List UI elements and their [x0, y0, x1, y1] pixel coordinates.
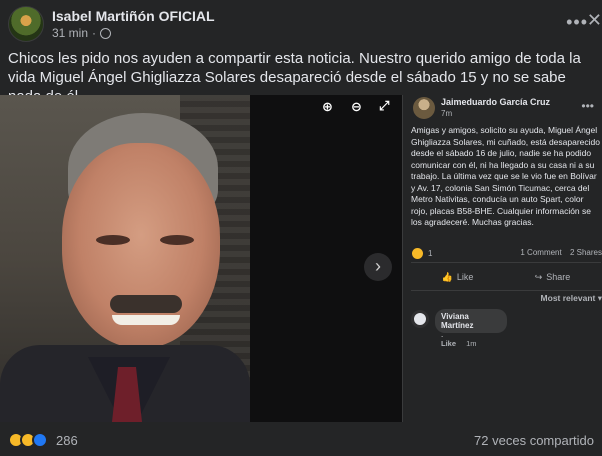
more-options-icon[interactable]: •••	[566, 12, 588, 33]
author-avatar[interactable]	[8, 6, 44, 42]
expand-icon[interactable]: ⤢	[379, 98, 389, 114]
comment-sort-dropdown[interactable]: Most relevant ▾	[541, 293, 602, 304]
next-photo-button[interactable]: ›	[364, 253, 392, 281]
divider	[411, 290, 601, 291]
divider	[411, 262, 601, 263]
post-time[interactable]: 31 min	[52, 26, 88, 40]
post-header: Isabel Martiñón OFICIAL 31 min ·	[8, 5, 594, 43]
shared-counts: 1 Comment 2 Shares	[514, 248, 602, 257]
shared-author-avatar[interactable]	[413, 97, 435, 119]
comment-text: .	[441, 330, 444, 339]
chevron-down-icon: ▾	[597, 293, 602, 303]
commenter-name[interactable]: Viviana Martínez	[441, 312, 501, 330]
zoom-in-icon[interactable]: ⊕	[322, 99, 333, 115]
globe-icon	[100, 27, 112, 39]
comment-actions: Like 1m	[441, 339, 485, 348]
comment-time[interactable]: 1m	[466, 339, 476, 348]
thumbs-up-icon: 👍	[441, 271, 453, 282]
shared-reaction-count: 1	[428, 249, 433, 258]
close-icon[interactable]: ✕	[587, 10, 602, 31]
shared-post-time[interactable]: 7m	[441, 109, 452, 118]
facebook-post: Isabel Martiñón OFICIAL 31 min · ••• ✕ C…	[0, 0, 602, 456]
comment-like-link[interactable]: Like	[441, 339, 456, 348]
shared-more-options-icon[interactable]: •••	[581, 99, 594, 113]
shared-post-text: Amigas y amigos, solicito su ayuda, Migu…	[411, 125, 600, 227]
post-photo[interactable]	[0, 95, 250, 422]
shared-reactions[interactable]: 1	[412, 248, 432, 259]
author-name[interactable]: Isabel Martiñón OFICIAL	[52, 8, 215, 24]
like-reaction-icon	[32, 432, 48, 448]
zoom-out-icon[interactable]: ⊖	[351, 99, 362, 115]
shared-shares-count[interactable]: 2 Shares	[570, 248, 602, 257]
shared-post-panel: Jaimeduardo García Cruz 7m ••• Amigas y …	[402, 95, 602, 422]
reaction-count: 286	[56, 432, 78, 448]
shared-like-button[interactable]: 👍 Like	[442, 272, 474, 283]
share-arrow-icon: ↪	[534, 271, 543, 282]
commenter-avatar[interactable]	[411, 310, 429, 328]
shared-comments-count[interactable]: 1 Comment	[520, 248, 561, 257]
shared-action-bar: 👍 Like ↪ Share	[411, 267, 601, 287]
comment-bubble: Viviana Martínez .	[435, 309, 507, 339]
shared-author-name[interactable]: Jaimeduardo García Cruz	[441, 97, 550, 107]
post-footer: 286 72 veces compartido	[8, 428, 594, 452]
post-media: ⊕ ⊖ ⤢ › Jaimeduardo García Cruz 7m ••• A…	[0, 95, 602, 422]
sad-reaction-icon	[412, 248, 423, 259]
post-meta: 31 min ·	[52, 26, 215, 40]
share-count[interactable]: 72 veces compartido	[474, 433, 594, 448]
shared-share-button[interactable]: ↪ Share	[535, 272, 571, 283]
reactions-summary[interactable]: 286	[8, 432, 78, 448]
